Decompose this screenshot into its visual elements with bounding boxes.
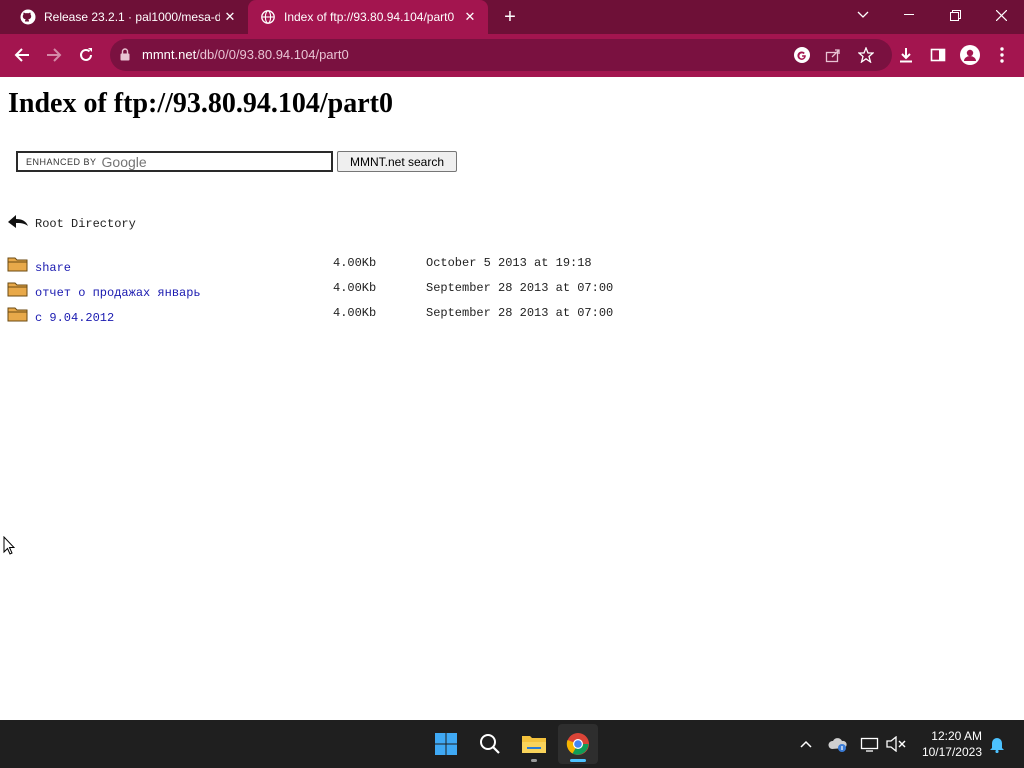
globe-icon bbox=[260, 9, 276, 25]
running-indicator bbox=[570, 759, 586, 762]
back-button[interactable] bbox=[7, 40, 37, 70]
mouse-cursor-icon bbox=[3, 535, 16, 560]
entry-date: September 28 2013 at 07:00 bbox=[426, 281, 614, 295]
page-title: Index of ftp://93.80.94.104/part0 bbox=[8, 88, 393, 119]
entry-date: September 28 2013 at 07:00 bbox=[426, 306, 614, 320]
tab-github-release[interactable]: Release 23.2.1 · pal1000/mesa-d ✕ bbox=[8, 0, 248, 34]
tab-strip: Release 23.2.1 · pal1000/mesa-d ✕ Index … bbox=[0, 0, 1024, 34]
folder-icon bbox=[7, 255, 29, 277]
entry-link[interactable]: share bbox=[35, 261, 71, 275]
root-directory-row[interactable]: Root Directory bbox=[0, 211, 700, 233]
entry-date: October 5 2013 at 19:18 bbox=[426, 256, 592, 270]
list-item[interactable]: share 4.00Kb October 5 2013 at 19:18 bbox=[0, 255, 700, 277]
enhanced-by-label: ENHANCED BY bbox=[26, 156, 97, 167]
tab-close-icon[interactable]: ✕ bbox=[220, 7, 240, 27]
list-item[interactable]: с 9.04.2012 4.00Kb September 28 2013 at … bbox=[0, 305, 700, 327]
entry-link[interactable]: отчет о продажах январь bbox=[35, 286, 201, 300]
tab-close-icon[interactable]: ✕ bbox=[460, 7, 480, 27]
search-icon[interactable] bbox=[470, 724, 510, 764]
menu-kebab-icon[interactable] bbox=[987, 40, 1017, 70]
bookmark-star-icon[interactable] bbox=[854, 45, 878, 65]
list-item[interactable]: отчет о продажах январь 4.00Kb September… bbox=[0, 280, 700, 302]
running-indicator bbox=[531, 759, 537, 762]
clock-date: 10/17/2023 bbox=[921, 745, 982, 759]
notification-bell-icon[interactable] bbox=[985, 732, 1009, 756]
network-icon[interactable] bbox=[858, 732, 882, 756]
folder-icon bbox=[7, 280, 29, 302]
download-icon[interactable] bbox=[891, 40, 921, 70]
google-search-input[interactable]: ENHANCED BY Google bbox=[16, 151, 333, 172]
new-tab-button[interactable]: + bbox=[498, 5, 522, 29]
reload-button[interactable] bbox=[71, 40, 101, 70]
show-hidden-icons-chevron-icon[interactable] bbox=[794, 732, 818, 756]
tab-title: Index of ftp://93.80.94.104/part0 bbox=[284, 10, 455, 24]
folder-icon bbox=[7, 305, 29, 327]
root-directory-link[interactable]: Root Directory bbox=[35, 217, 136, 231]
profile-avatar-icon[interactable] bbox=[955, 40, 985, 70]
restore-button[interactable] bbox=[932, 0, 978, 30]
side-panel-icon[interactable] bbox=[923, 40, 953, 70]
entry-size: 4.00Kb bbox=[333, 281, 377, 295]
mmnt-search-button[interactable]: MMNT.net search bbox=[337, 151, 457, 172]
tab-index-ftp[interactable]: Index of ftp://93.80.94.104/part0 ✕ bbox=[248, 0, 488, 34]
address-bar[interactable]: mmnt.net/db/0/0/93.80.94.104/part0 bbox=[110, 39, 892, 71]
browser-toolbar: mmnt.net/db/0/0/93.80.94.104/part0 bbox=[0, 34, 1024, 77]
url-text[interactable]: mmnt.net/db/0/0/93.80.94.104/part0 bbox=[142, 47, 349, 62]
page-content: Index of ftp://93.80.94.104/part0 ENHANC… bbox=[0, 77, 1024, 720]
file-explorer-icon[interactable] bbox=[514, 724, 554, 764]
google-lens-icon[interactable] bbox=[790, 45, 814, 65]
lock-icon[interactable] bbox=[120, 48, 130, 66]
tab-search-chevron-icon[interactable] bbox=[840, 0, 886, 30]
github-icon bbox=[20, 9, 36, 25]
volume-muted-icon[interactable] bbox=[884, 732, 908, 756]
entry-size: 4.00Kb bbox=[333, 256, 377, 270]
windows-taskbar: 12:20 AM 10/17/2023 bbox=[0, 720, 1024, 768]
clock-time: 12:20 AM bbox=[931, 729, 982, 743]
windows-start-icon[interactable] bbox=[426, 724, 466, 764]
entry-size: 4.00Kb bbox=[333, 306, 377, 320]
forward-button[interactable] bbox=[39, 40, 69, 70]
onedrive-icon[interactable] bbox=[826, 732, 850, 756]
tab-title: Release 23.2.1 · pal1000/mesa-d bbox=[44, 10, 220, 24]
system-clock[interactable]: 12:20 AM 10/17/2023 bbox=[912, 728, 982, 760]
google-watermark: Google bbox=[101, 153, 147, 170]
back-arrow-icon bbox=[7, 211, 29, 235]
minimize-button[interactable] bbox=[886, 0, 932, 30]
share-icon[interactable] bbox=[821, 45, 845, 65]
close-window-button[interactable] bbox=[978, 0, 1024, 30]
entry-link[interactable]: с 9.04.2012 bbox=[35, 311, 114, 325]
chrome-icon[interactable] bbox=[558, 724, 598, 764]
